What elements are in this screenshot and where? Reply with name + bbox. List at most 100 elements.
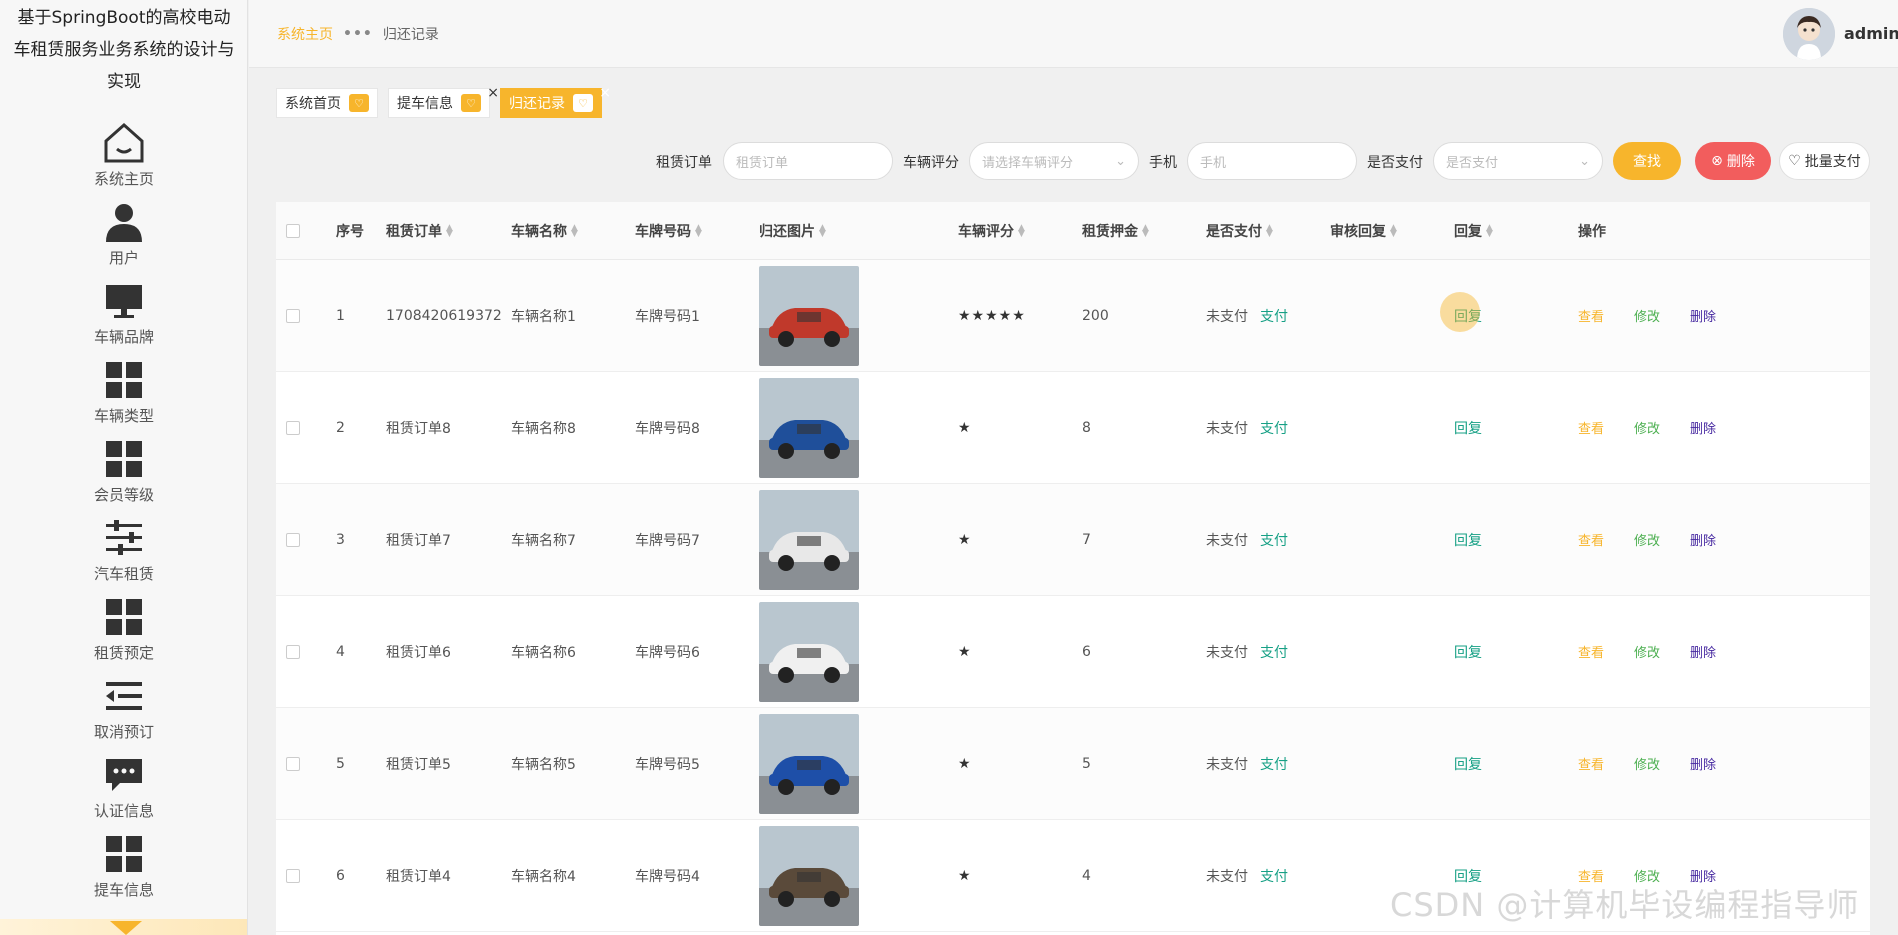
- pay-link[interactable]: 支付: [1260, 866, 1288, 886]
- pay-link[interactable]: 支付: [1260, 306, 1288, 326]
- return-photo[interactable]: [759, 377, 859, 478]
- edit-link[interactable]: 修改: [1634, 530, 1660, 549]
- delete-link[interactable]: 删除: [1690, 642, 1716, 661]
- sort-icon[interactable]: ▲ ▼: [695, 223, 702, 238]
- phone-input[interactable]: 手机: [1187, 142, 1357, 180]
- cell-index: 6: [336, 867, 345, 884]
- delete-button[interactable]: ⊗ 删除: [1695, 142, 1771, 180]
- pay-link[interactable]: 支付: [1260, 418, 1288, 438]
- grid-icon: [101, 357, 147, 403]
- pay-link[interactable]: 支付: [1260, 642, 1288, 662]
- view-link[interactable]: 查看: [1578, 418, 1604, 437]
- cell-plate: 车牌号码1: [635, 308, 700, 325]
- reply-link[interactable]: 回复: [1454, 757, 1482, 773]
- col-image[interactable]: 归还图片 ▲ ▼: [759, 221, 958, 241]
- batch-pay-button[interactable]: ♡ 批量支付: [1779, 142, 1870, 180]
- return-photo[interactable]: [759, 489, 859, 590]
- close-circle-icon: ⊗: [1711, 153, 1723, 169]
- row-checkbox[interactable]: [286, 308, 300, 323]
- row-checkbox[interactable]: [286, 644, 300, 659]
- row-checkbox[interactable]: [286, 868, 300, 883]
- sort-icon[interactable]: ▲ ▼: [571, 223, 578, 238]
- sort-icon[interactable]: ▲ ▼: [819, 223, 826, 238]
- reply-link[interactable]: 回复: [1454, 645, 1482, 661]
- col-reply[interactable]: 回复 ▲ ▼: [1454, 221, 1578, 241]
- col-rating[interactable]: 车辆评分 ▲ ▼: [958, 221, 1082, 241]
- cell-name: 车辆名称7: [511, 532, 576, 549]
- col-label: 回复: [1454, 223, 1482, 240]
- view-link[interactable]: 查看: [1578, 530, 1604, 549]
- order-input[interactable]: 租赁订单: [723, 142, 893, 180]
- sort-icon[interactable]: ▲ ▼: [1142, 223, 1149, 238]
- col-review[interactable]: 审核回复 ▲ ▼: [1330, 221, 1454, 241]
- sort-icon[interactable]: ▲ ▼: [1018, 223, 1025, 238]
- sidebar-item-auth[interactable]: 认证信息: [0, 752, 247, 831]
- pay-link[interactable]: 支付: [1260, 530, 1288, 550]
- col-name[interactable]: 车辆名称 ▲ ▼: [511, 221, 635, 241]
- delete-link[interactable]: 删除: [1690, 754, 1716, 773]
- sidebar-item-home[interactable]: 系统主页: [0, 120, 247, 199]
- edit-link[interactable]: 修改: [1634, 306, 1660, 325]
- edit-link[interactable]: 修改: [1634, 754, 1660, 773]
- edit-link[interactable]: 修改: [1634, 418, 1660, 437]
- sidebar-item-member[interactable]: 会员等级: [0, 436, 247, 515]
- rating-select[interactable]: 请选择车辆评分 ⌄: [969, 142, 1139, 180]
- sidebar-item-label: 车辆类型: [93, 407, 154, 425]
- sort-icon[interactable]: ▲ ▼: [1266, 223, 1273, 238]
- return-photo[interactable]: [759, 713, 859, 814]
- return-photo[interactable]: [759, 265, 859, 366]
- breadcrumb-home[interactable]: 系统主页: [277, 24, 333, 44]
- return-photo[interactable]: [759, 825, 859, 926]
- col-deposit[interactable]: 租赁押金 ▲ ▼: [1082, 221, 1206, 241]
- paid-select[interactable]: 是否支付 ⌄: [1433, 142, 1603, 180]
- cell-deposit: 8: [1082, 419, 1091, 436]
- top-header: 系统主页 ••• 归还记录 admin: [249, 0, 1898, 68]
- cell-plate: 车牌号码8: [635, 420, 700, 437]
- view-link[interactable]: 查看: [1578, 754, 1604, 773]
- tab-home[interactable]: 系统首页 ♡: [276, 88, 378, 118]
- view-link[interactable]: 查看: [1578, 642, 1604, 661]
- sidebar-item-user[interactable]: 用户: [0, 199, 247, 278]
- tab-pickup-info[interactable]: 提车信息 ♡ ×: [388, 85, 499, 118]
- col-label: 归还图片: [759, 223, 815, 240]
- col-label: 操作: [1578, 223, 1606, 240]
- return-photo[interactable]: [759, 601, 859, 702]
- breadcrumb-separator: •••: [343, 26, 373, 42]
- tab-return-records[interactable]: 归还记录 ♡ ×: [500, 85, 611, 118]
- sidebar-item-reserve[interactable]: 租赁预定: [0, 594, 247, 673]
- avatar[interactable]: [1783, 8, 1835, 60]
- close-icon[interactable]: ×: [599, 85, 611, 101]
- row-checkbox[interactable]: [286, 532, 300, 547]
- sidebar-item-cancel[interactable]: 取消预订: [0, 673, 247, 752]
- sort-icon[interactable]: ▲ ▼: [446, 223, 453, 238]
- pay-link[interactable]: 支付: [1260, 754, 1288, 774]
- sidebar-item-type[interactable]: 车辆类型: [0, 357, 247, 436]
- delete-link[interactable]: 删除: [1690, 306, 1716, 325]
- edit-link[interactable]: 修改: [1634, 642, 1660, 661]
- view-link[interactable]: 查看: [1578, 306, 1604, 325]
- search-button[interactable]: 查找: [1613, 142, 1681, 180]
- grid-icon: [101, 436, 147, 482]
- sort-icon[interactable]: ▲ ▼: [1390, 223, 1397, 238]
- sidebar-item-rental[interactable]: 汽车租赁: [0, 515, 247, 594]
- col-plate[interactable]: 车牌号码 ▲ ▼: [635, 221, 759, 241]
- cell-plate: 车牌号码4: [635, 868, 700, 885]
- close-icon[interactable]: ×: [487, 85, 499, 101]
- col-order[interactable]: 租赁订单 ▲ ▼: [386, 221, 511, 241]
- username[interactable]: admin: [1844, 24, 1898, 43]
- delete-link[interactable]: 删除: [1690, 530, 1716, 549]
- sidebar-item-brand[interactable]: 车辆品牌: [0, 278, 247, 357]
- table-row: 3 租赁订单7 车辆名称7 车牌号码7 ★ 7 未支付 支付 回复 查看 修改 …: [276, 484, 1870, 596]
- sidebar-item-active-partial[interactable]: [0, 919, 247, 935]
- row-checkbox[interactable]: [286, 420, 300, 435]
- cell-order: 租赁订单7: [386, 532, 451, 549]
- select-all-checkbox[interactable]: [286, 223, 300, 238]
- reply-link[interactable]: 回复: [1454, 533, 1482, 549]
- sort-icon[interactable]: ▲ ▼: [1486, 223, 1493, 238]
- col-paid[interactable]: 是否支付 ▲ ▼: [1206, 221, 1330, 241]
- reply-link[interactable]: 回复: [1454, 421, 1482, 437]
- sidebar-item-pickup[interactable]: 提车信息: [0, 831, 247, 910]
- grid-icon: [101, 831, 147, 877]
- delete-link[interactable]: 删除: [1690, 418, 1716, 437]
- row-checkbox[interactable]: [286, 756, 300, 771]
